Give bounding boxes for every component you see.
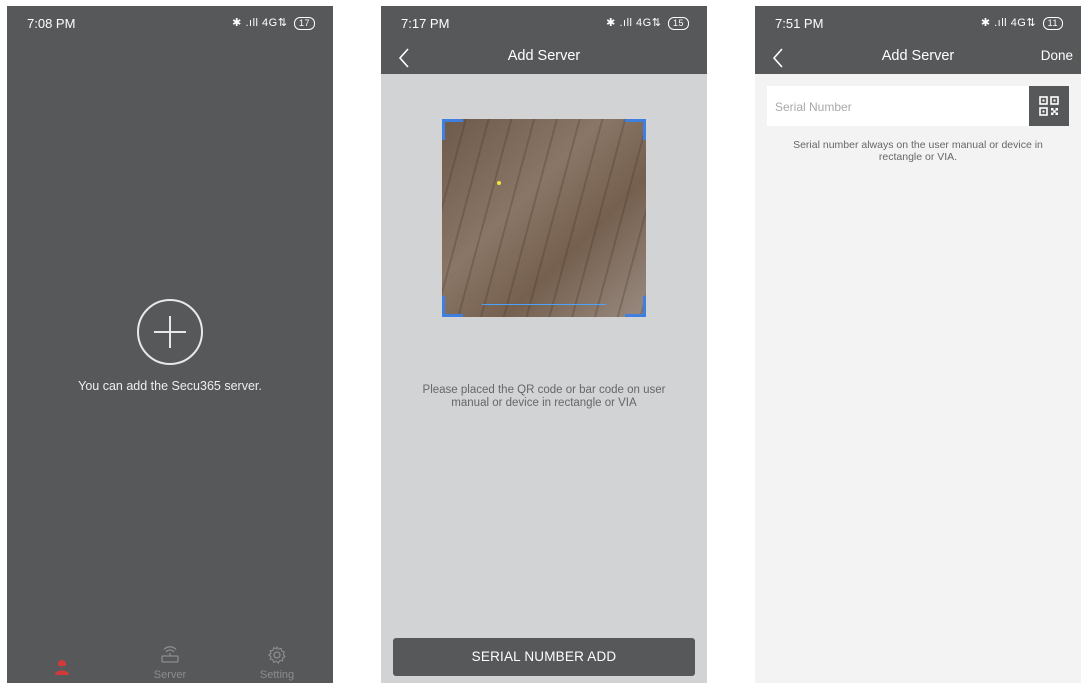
status-bar: 7:08 PM ✱ .ıll 4G⇅ 17: [7, 6, 333, 42]
camera-scan-area: [442, 119, 646, 317]
battery-icon: 11: [1042, 17, 1063, 30]
status-bar: 7:17 PM ✱ .ıll 4G⇅ 15: [381, 6, 707, 42]
scan-corner-top-right: [625, 119, 646, 140]
bluetooth-icon: ✱: [232, 17, 242, 29]
serial-number-row: [767, 86, 1069, 128]
tab-user[interactable]: [27, 658, 97, 681]
gear-icon: [267, 645, 286, 664]
focus-dot: [497, 181, 501, 185]
battery-icon: 15: [667, 17, 689, 30]
bluetooth-icon: ✱: [980, 17, 991, 29]
bottom-tab-bar: Server Setting: [7, 631, 333, 683]
scan-corner-bottom-left: [442, 296, 463, 317]
nav-bar: Add Server: [381, 42, 707, 74]
scan-corner-bottom-right: [625, 296, 646, 317]
tab-server[interactable]: Server: [135, 646, 205, 681]
page-title: Add Server: [507, 48, 581, 64]
battery-icon: 17: [293, 17, 315, 30]
tab-setting[interactable]: Setting: [242, 645, 312, 681]
empty-state-message: You can add the Secu365 server.: [78, 379, 262, 393]
home-screen: 7:08 PM ✱ .ıll 4G⇅ 17 You can add the Se…: [7, 6, 333, 683]
signal-icon: .ıll: [994, 17, 1008, 29]
network-type: 4G: [262, 17, 278, 29]
signal-icon: .ıll: [619, 17, 633, 29]
status-time: 7:08 PM: [27, 16, 76, 31]
serial-number-hint: Serial number always on the user manual …: [793, 139, 1043, 163]
page-title: Add Server: [881, 48, 955, 64]
router-icon: [161, 646, 179, 663]
serial-number-input[interactable]: [767, 86, 1037, 128]
network-type: 4G: [636, 17, 652, 29]
status-indicators: ✱ .ıll 4G⇅ 17: [232, 16, 315, 30]
tab-setting-label: Setting: [259, 669, 295, 681]
done-button[interactable]: Done: [1041, 48, 1073, 63]
nav-bar: Add Server Done: [755, 42, 1081, 74]
status-bar: 7:51 PM ✱ .ıll 4G⇅ 11: [755, 6, 1081, 42]
status-time: 7:51 PM: [775, 16, 824, 31]
qr-scan-button[interactable]: [1029, 86, 1069, 126]
qr-code-icon: [1039, 96, 1059, 116]
network-type: 4G: [1010, 17, 1027, 29]
status-indicators: ✱ .ıll 4G⇅ 15: [606, 16, 689, 30]
bluetooth-icon: ✱: [606, 17, 616, 29]
user-icon: [55, 660, 69, 675]
add-server-icon[interactable]: [137, 299, 203, 365]
scan-instructions: Please placed the QR code or bar code on…: [422, 384, 666, 409]
status-time: 7:17 PM: [401, 16, 450, 31]
manual-entry-screen: 7:51 PM ✱ .ıll 4G⇅ 11 Add Server Done Se…: [755, 6, 1081, 683]
scan-screen: 7:17 PM ✱ .ıll 4G⇅ 15 Add Server Please …: [381, 6, 707, 683]
serial-number-add-button[interactable]: SERIAL NUMBER ADD: [393, 638, 695, 676]
status-indicators: ✱ .ıll 4G⇅ 11: [981, 16, 1063, 30]
scan-corner-top-left: [442, 119, 463, 140]
scan-line: [482, 304, 606, 305]
tab-server-label: Server: [153, 669, 187, 681]
signal-icon: .ıll: [245, 17, 259, 29]
